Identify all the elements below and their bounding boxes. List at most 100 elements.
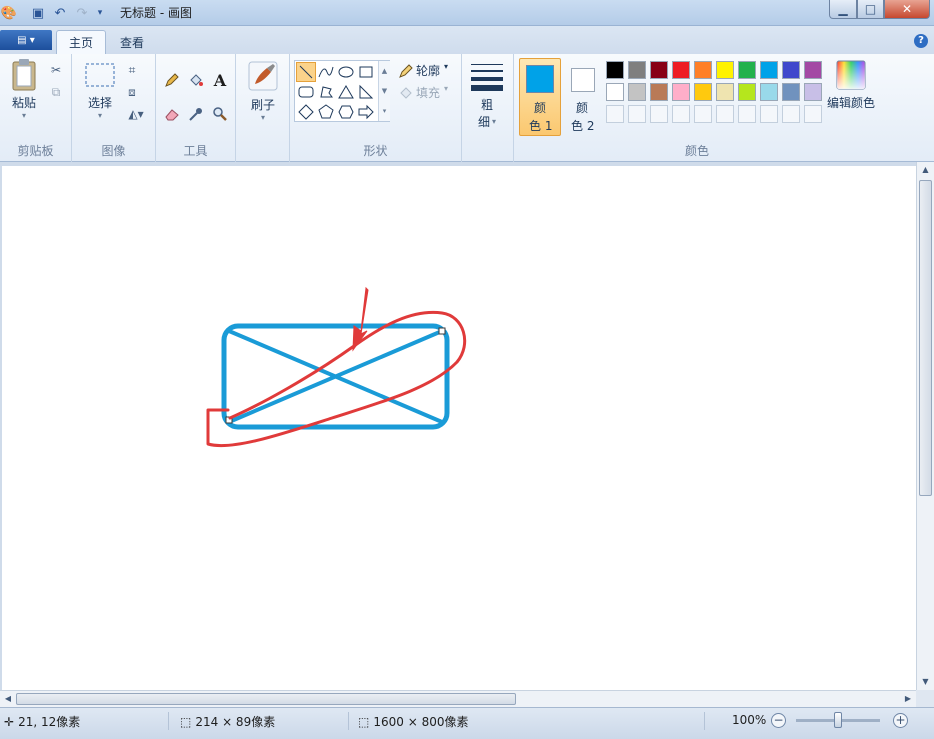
resize-icon[interactable]: ⧈: [122, 82, 142, 102]
palette-color-swatch[interactable]: [804, 83, 822, 101]
palette-custom-slot[interactable]: [738, 105, 756, 123]
palette-color-swatch[interactable]: [628, 83, 646, 101]
scroll-down-icon[interactable]: ▼: [917, 674, 934, 690]
paint-app-icon[interactable]: 🎨: [1, 4, 17, 22]
magnifier-icon[interactable]: [210, 104, 230, 124]
palette-color-swatch[interactable]: [782, 83, 800, 101]
palette-color-swatch[interactable]: [628, 61, 646, 79]
vertical-scroll-thumb[interactable]: [919, 180, 932, 496]
copy-icon[interactable]: ⧉: [46, 82, 66, 102]
color1-label-bottom: 色 1: [529, 119, 553, 133]
size-group: 粗 细 ▾: [462, 54, 514, 162]
crop-icon[interactable]: ⌗: [122, 60, 142, 80]
paste-label: 粘贴: [11, 96, 36, 110]
undo-icon[interactable]: ↶: [52, 4, 68, 22]
pencil-icon[interactable]: [162, 70, 182, 90]
select-button[interactable]: 选择 ▾: [80, 62, 120, 120]
scroll-up-icon[interactable]: ▲: [917, 162, 934, 178]
pentagon-shape-icon[interactable]: [316, 102, 336, 122]
drawing-canvas[interactable]: [2, 166, 916, 690]
palette-color-swatch[interactable]: [738, 83, 756, 101]
paste-button[interactable]: 粘贴 ▾: [6, 58, 42, 120]
palette-custom-slot[interactable]: [650, 105, 668, 123]
edit-colors-button[interactable]: 编辑颜色: [826, 60, 876, 111]
fill-label[interactable]: 填充: [416, 84, 440, 101]
palette-color-swatch[interactable]: [650, 61, 668, 79]
palette-color-swatch[interactable]: [760, 83, 778, 101]
triangle-shape-icon[interactable]: [336, 82, 356, 102]
palette-color-swatch[interactable]: [738, 61, 756, 79]
status-bar: ✛ 21, 12像素 ⬚ 214 × 89像素 ⬚ 1600 × 800像素 1…: [0, 707, 934, 739]
size-button[interactable]: 粗 细 ▾: [470, 62, 504, 130]
text-tool-icon[interactable]: A: [210, 70, 230, 90]
resize-handle-end[interactable]: [438, 327, 446, 335]
outline-pencil-icon[interactable]: [396, 61, 416, 81]
eraser-icon[interactable]: [162, 104, 182, 124]
polygon-shape-icon[interactable]: [316, 82, 336, 102]
maximize-button[interactable]: □: [857, 0, 884, 19]
edit-colors-label: 编辑颜色: [826, 96, 875, 110]
horizontal-scrollbar[interactable]: ◀ ▶: [0, 690, 916, 707]
close-button[interactable]: ✕: [884, 0, 930, 19]
save-icon[interactable]: ▣: [30, 4, 46, 22]
palette-color-swatch[interactable]: [716, 61, 734, 79]
fill-bucket-icon[interactable]: [186, 70, 206, 90]
diamond-shape-icon[interactable]: [296, 102, 316, 122]
shapes-gallery: ▲ ▼ ▾: [294, 60, 390, 122]
palette-color-swatch[interactable]: [760, 61, 778, 79]
line-shape-icon[interactable]: [296, 62, 316, 82]
zoom-in-button[interactable]: +: [893, 713, 908, 728]
scroll-right-icon[interactable]: ▶: [900, 691, 916, 707]
hexagon-shape-icon[interactable]: [336, 102, 356, 122]
customize-quick-access-icon[interactable]: ▾: [94, 4, 106, 22]
rounded-rectangle-shape-icon[interactable]: [296, 82, 316, 102]
fill-icon[interactable]: [396, 83, 416, 103]
palette-color-swatch[interactable]: [606, 61, 624, 79]
palette-custom-slot[interactable]: [606, 105, 624, 123]
outline-label[interactable]: 轮廓: [416, 62, 440, 79]
palette-color-swatch[interactable]: [694, 83, 712, 101]
rounded-rectangle-with-diagonals[interactable]: [221, 323, 450, 430]
tab-view[interactable]: 查看: [108, 30, 156, 54]
divider: [704, 712, 705, 730]
rotate-icon[interactable]: ◭▾: [122, 104, 150, 124]
palette-color-swatch[interactable]: [672, 61, 690, 79]
image-size-icon: ⬚: [358, 714, 370, 729]
curve-shape-icon[interactable]: [316, 62, 336, 82]
app-menu-button[interactable]: ▤ ▾: [0, 30, 52, 50]
palette-custom-slot[interactable]: [760, 105, 778, 123]
minimize-button[interactable]: ▁: [829, 0, 857, 19]
palette-color-swatch[interactable]: [782, 61, 800, 79]
help-icon[interactable]: ?: [914, 34, 928, 48]
oval-shape-icon[interactable]: [336, 62, 356, 82]
tab-home[interactable]: 主页: [56, 30, 107, 54]
color1-button[interactable]: 颜 色 1: [519, 58, 561, 136]
palette-custom-slot[interactable]: [716, 105, 734, 123]
scroll-left-icon[interactable]: ◀: [0, 691, 16, 707]
palette-custom-slot[interactable]: [628, 105, 646, 123]
shapes-scroll[interactable]: ▲ ▼ ▾: [378, 61, 390, 121]
palette-custom-slot[interactable]: [782, 105, 800, 123]
palette-color-swatch[interactable]: [606, 83, 624, 101]
palette-color-swatch[interactable]: [650, 83, 668, 101]
cut-icon[interactable]: ✂: [46, 60, 66, 80]
palette-color-swatch[interactable]: [804, 61, 822, 79]
palette-color-swatch[interactable]: [716, 83, 734, 101]
palette-custom-slot[interactable]: [672, 105, 690, 123]
color-picker-icon[interactable]: [186, 104, 206, 124]
rectangle-shape-icon[interactable]: [356, 62, 376, 82]
right-triangle-shape-icon[interactable]: [356, 82, 376, 102]
vertical-scrollbar[interactable]: ▲ ▼: [916, 162, 934, 690]
palette-color-swatch[interactable]: [694, 61, 712, 79]
image-group-label: 图像: [101, 144, 126, 158]
palette-custom-slot[interactable]: [804, 105, 822, 123]
palette-color-swatch[interactable]: [672, 83, 690, 101]
horizontal-scroll-thumb[interactable]: [16, 693, 516, 705]
zoom-out-button[interactable]: −: [771, 713, 786, 728]
redo-icon[interactable]: ↷: [74, 4, 90, 22]
color2-button[interactable]: 颜 色 2: [564, 58, 602, 136]
arrow-shape-icon[interactable]: [356, 102, 376, 122]
zoom-slider-thumb[interactable]: [834, 712, 842, 728]
brushes-button[interactable]: 刷子 ▾: [244, 60, 282, 122]
palette-custom-slot[interactable]: [694, 105, 712, 123]
